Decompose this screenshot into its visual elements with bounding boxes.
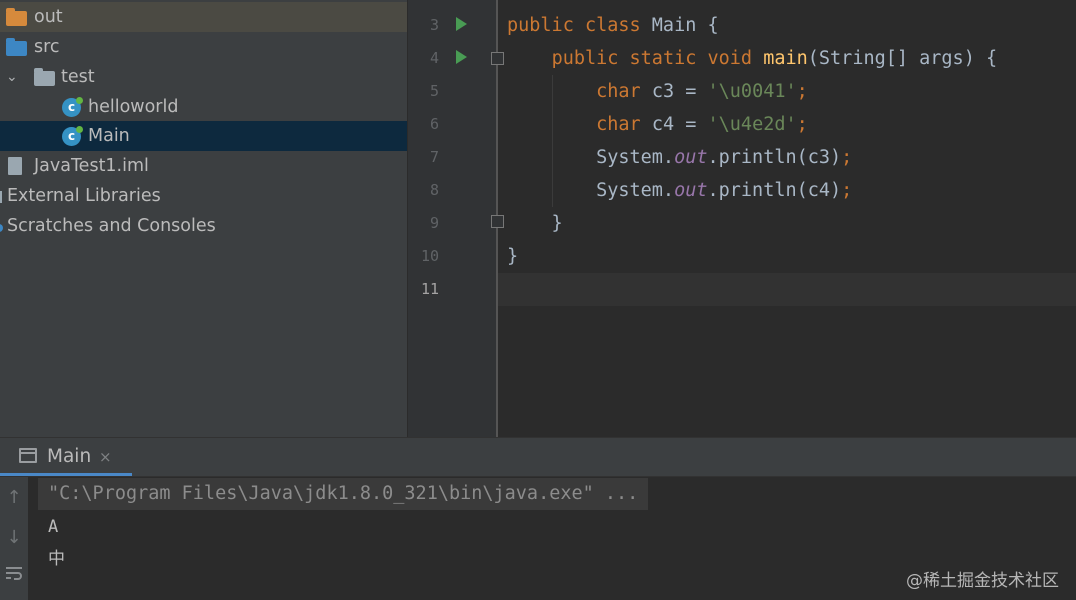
code-token: }: [507, 246, 519, 267]
code-token: c4 =: [651, 114, 708, 135]
arrow-up-icon[interactable]: ↑: [0, 487, 28, 508]
line-number: 11: [420, 280, 439, 298]
module-file-icon: [8, 157, 22, 175]
code-line: char c4 = '\u4e2d';: [507, 108, 808, 141]
run-tab-bar: Main ×: [0, 438, 1076, 477]
wrap-icon[interactable]: [0, 565, 28, 586]
code-token: out: [674, 180, 708, 201]
tree-item-label: helloworld: [88, 97, 179, 117]
code-token: void: [707, 48, 764, 69]
code-line: System.out.println(c4);: [507, 174, 852, 207]
code-token: ;: [841, 147, 853, 168]
code-token: public: [551, 48, 630, 69]
tree-item-label: test: [61, 67, 95, 87]
line-number: 4: [429, 49, 439, 67]
code-token: ;: [796, 114, 808, 135]
code-token: .println(c3): [707, 147, 842, 168]
code-token: '\u4e2d': [707, 114, 797, 135]
tree-item-main[interactable]: c Main: [0, 121, 407, 151]
run-main-icon[interactable]: [456, 50, 467, 64]
line-number: 6: [429, 115, 439, 133]
tree-item-helloworld[interactable]: c helloworld: [0, 92, 407, 122]
tree-item-scratches[interactable]: Scratches and Consoles: [0, 211, 407, 241]
code-token: char: [596, 114, 652, 135]
package-folder-icon: [34, 68, 55, 86]
run-class-icon[interactable]: [456, 17, 467, 31]
tree-item-label: out: [34, 7, 63, 27]
line-number: 10: [420, 247, 439, 265]
code-token: char: [596, 81, 652, 102]
code-line: char c3 = '\u0041';: [507, 75, 808, 108]
line-number: 5: [429, 82, 439, 100]
run-toolbar: ↑ ↓: [0, 477, 28, 600]
console-command-line: "C:\Program Files\Java\jdk1.8.0_321\bin\…: [38, 478, 649, 510]
code-line: public class Main {: [507, 9, 719, 42]
code-line: }: [507, 207, 563, 240]
java-class-icon: c: [62, 126, 83, 146]
folder-icon: [6, 38, 27, 56]
fold-icon[interactable]: [491, 215, 504, 228]
code-token: '\u0041': [707, 81, 797, 102]
tree-item-out[interactable]: out: [0, 2, 407, 32]
code-token: class: [584, 15, 652, 36]
code-line: }: [507, 240, 518, 273]
line-number: 8: [429, 181, 439, 199]
console-icon: [19, 448, 37, 463]
code-token: (String[] args) {: [807, 48, 998, 69]
code-token: ;: [841, 180, 853, 201]
code-token: ;: [796, 81, 808, 102]
console-output-line: A: [48, 517, 59, 537]
project-tree-panel: out src ⌄ test c helloworld c Main JavaT…: [0, 0, 407, 437]
libraries-icon: [0, 191, 2, 203]
arrow-down-icon[interactable]: ↓: [0, 527, 28, 548]
code-token: public: [507, 15, 585, 36]
tree-item-test[interactable]: ⌄ test: [0, 62, 407, 92]
code-token: static: [629, 48, 708, 69]
scratches-icon: [0, 224, 3, 232]
code-token: }: [507, 213, 563, 234]
code-token: .println(c4): [707, 180, 842, 201]
chevron-down-icon[interactable]: ⌄: [6, 62, 18, 92]
folder-icon: [6, 8, 27, 26]
code-token: out: [674, 147, 708, 168]
tree-item-src[interactable]: src: [0, 32, 407, 62]
current-line-highlight: [498, 273, 1076, 306]
tab-run-main[interactable]: Main ×: [0, 438, 132, 476]
tree-item-label: src: [34, 37, 60, 57]
watermark: @稀土掘金技术社区: [906, 571, 1059, 591]
console-output-line: 中: [48, 549, 65, 569]
code-line: System.out.println(c3);: [507, 141, 852, 174]
code-token: System.: [507, 180, 675, 201]
code-line: public static void main(String[] args) {: [507, 42, 998, 75]
tab-label: Main: [47, 446, 92, 467]
tree-item-external-libraries[interactable]: External Libraries: [0, 181, 407, 211]
tree-item-label: JavaTest1.iml: [34, 156, 149, 176]
code-token: Main {: [651, 15, 719, 36]
code-token: main: [763, 48, 808, 69]
line-number: 7: [429, 148, 439, 166]
code-token: c3 =: [651, 81, 708, 102]
line-number: 3: [429, 16, 439, 34]
line-number: 9: [429, 214, 439, 232]
close-icon[interactable]: ×: [99, 438, 112, 476]
fold-icon[interactable]: [491, 52, 504, 65]
java-class-icon: c: [62, 97, 83, 117]
tree-item-iml[interactable]: JavaTest1.iml: [0, 151, 407, 181]
tree-item-label: Scratches and Consoles: [7, 216, 216, 236]
tree-item-label: Main: [88, 126, 130, 146]
code-token: System.: [507, 147, 675, 168]
tree-item-label: External Libraries: [7, 186, 161, 206]
